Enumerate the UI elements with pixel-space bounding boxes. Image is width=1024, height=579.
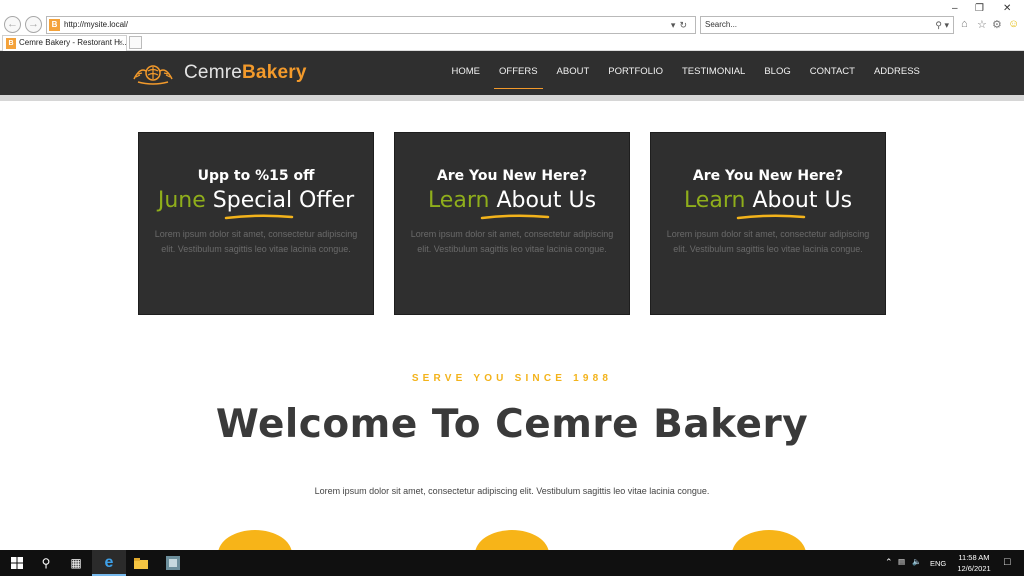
new-tab-button[interactable] <box>129 36 142 49</box>
internet-explorer-icon[interactable]: e <box>92 550 126 576</box>
search-icon[interactable]: ⚲ <box>935 20 942 30</box>
browser-tab[interactable]: B Cemre Bakery - Restorant H... × <box>2 35 127 51</box>
main-menu: HOME OFFERS ABOUT PORTFOLIO TESTIMONIAL … <box>442 51 929 95</box>
menu-blog[interactable]: BLOG <box>755 51 800 95</box>
settings-gear-icon[interactable]: ⚙ <box>992 18 1002 31</box>
menu-home[interactable]: HOME <box>442 51 490 95</box>
card-description: Lorem ipsum dolor sit amet, consectetur … <box>666 229 870 254</box>
address-url[interactable]: http://mysite.local/ <box>64 17 128 33</box>
card-title-white: Special Offer <box>212 188 355 213</box>
section-lead: Lorem ipsum dolor sit amet, consectetur … <box>314 486 710 496</box>
volume-icon[interactable]: 🔈 <box>912 557 921 566</box>
restore-icon[interactable]: ❐ <box>975 3 984 14</box>
minimize-icon[interactable]: – <box>952 3 958 14</box>
card-pretitle: Are You New Here? <box>692 168 844 184</box>
card-title-white: About Us <box>496 188 597 213</box>
address-bar[interactable]: B http://mysite.local/ ▾↻ <box>46 16 696 34</box>
logo-text: CemreBakery <box>184 62 307 84</box>
file-explorer-icon[interactable] <box>124 550 158 576</box>
tab-favicon-icon: B <box>6 38 16 49</box>
chevron-up-icon[interactable]: ⌃ <box>885 557 893 568</box>
address-tools[interactable]: ▾↻ <box>671 17 691 33</box>
about-card[interactable]: Are You New Here? Learn About Us Lorem i… <box>394 132 630 315</box>
system-tray: ⌃ ▤ 🔈 ENG 11:58 AM 12/6/2021 □ <box>874 550 1024 576</box>
task-view-icon[interactable]: ▦ <box>59 550 93 576</box>
refresh-icon[interactable]: ↻ <box>679 20 691 30</box>
search-icon[interactable]: ⚲ <box>29 550 63 576</box>
smiley-feedback-icon[interactable]: ☺ <box>1008 18 1019 30</box>
clock-time[interactable]: 11:58 AM <box>954 553 994 562</box>
clock-date[interactable]: 12/6/2021 <box>954 564 994 573</box>
menu-offers[interactable]: OFFERS <box>490 51 548 95</box>
card-title-white: About Us <box>752 188 853 213</box>
about-card-2[interactable]: Are You New Here? Learn About Us Lorem i… <box>650 132 886 315</box>
tab-close-icon[interactable]: × <box>118 36 123 50</box>
menu-about[interactable]: ABOUT <box>547 51 599 95</box>
card-description: Lorem ipsum dolor sit amet, consectetur … <box>410 229 614 254</box>
language-indicator[interactable]: ENG <box>930 559 946 568</box>
favorites-star-icon[interactable]: ☆ <box>977 18 987 31</box>
section-heading: Welcome To Cemre Bakery <box>215 402 809 447</box>
menu-contact[interactable]: CONTACT <box>800 51 864 95</box>
logo-text-bold: Bakery <box>242 62 307 83</box>
brush-underline-icon <box>736 214 806 220</box>
brush-underline-icon <box>224 214 294 220</box>
section-kicker: SERVE YOU SINCE 1988 <box>411 373 613 384</box>
menu-address[interactable]: ADDRESS <box>864 51 929 95</box>
card-title-green: June <box>157 188 206 213</box>
favicon-icon: B <box>49 19 60 31</box>
app-icon[interactable] <box>156 550 190 576</box>
network-icon[interactable]: ▤ <box>898 557 905 566</box>
back-icon[interactable]: ← <box>4 16 21 33</box>
card-pretitle: Upp to %15 off <box>197 168 315 184</box>
site-logo[interactable]: CemreBakery <box>132 59 307 87</box>
card-title: June Special Offer <box>139 188 373 220</box>
logo-text-light: Cemre <box>184 62 243 83</box>
close-window-icon[interactable]: ✕ <box>1003 3 1011 14</box>
card-title-green: Learn <box>683 188 746 213</box>
card-pretitle: Are You New Here? <box>436 168 588 184</box>
forward-icon[interactable]: → <box>25 16 42 33</box>
menu-portfolio[interactable]: PORTFOLIO <box>599 51 673 95</box>
offer-card[interactable]: Upp to %15 off June Special Offer Lorem … <box>138 132 374 315</box>
windows-taskbar: ⚲ ▦ e ⌃ ▤ 🔈 ENG 11:58 AM 12/6/2021 □ <box>0 550 1024 576</box>
site-header: CemreBakery HOME OFFERS ABOUT PORTFOLIO … <box>0 51 1024 101</box>
card-title: Learn About Us <box>651 188 885 220</box>
brush-underline-icon <box>480 214 550 220</box>
home-icon[interactable]: ⌂ <box>961 18 968 30</box>
card-title-green: Learn <box>427 188 490 213</box>
notification-icon[interactable]: □ <box>1004 556 1011 568</box>
wheat-logo-icon <box>133 65 173 85</box>
card-title: Learn About Us <box>395 188 629 220</box>
search-input[interactable]: Search... ⚲ ▾ <box>700 16 954 34</box>
search-options-icon[interactable]: ▾ <box>944 20 949 30</box>
card-description: Lorem ipsum dolor sit amet, consectetur … <box>154 229 358 254</box>
tab-title: Cemre Bakery - Restorant H... <box>19 38 127 47</box>
menu-testimonial[interactable]: TESTIMONIAL <box>673 51 755 95</box>
search-placeholder: Search... <box>705 20 738 29</box>
browser-chrome: ← → B http://mysite.local/ ▾↻ Search... … <box>0 0 1024 51</box>
